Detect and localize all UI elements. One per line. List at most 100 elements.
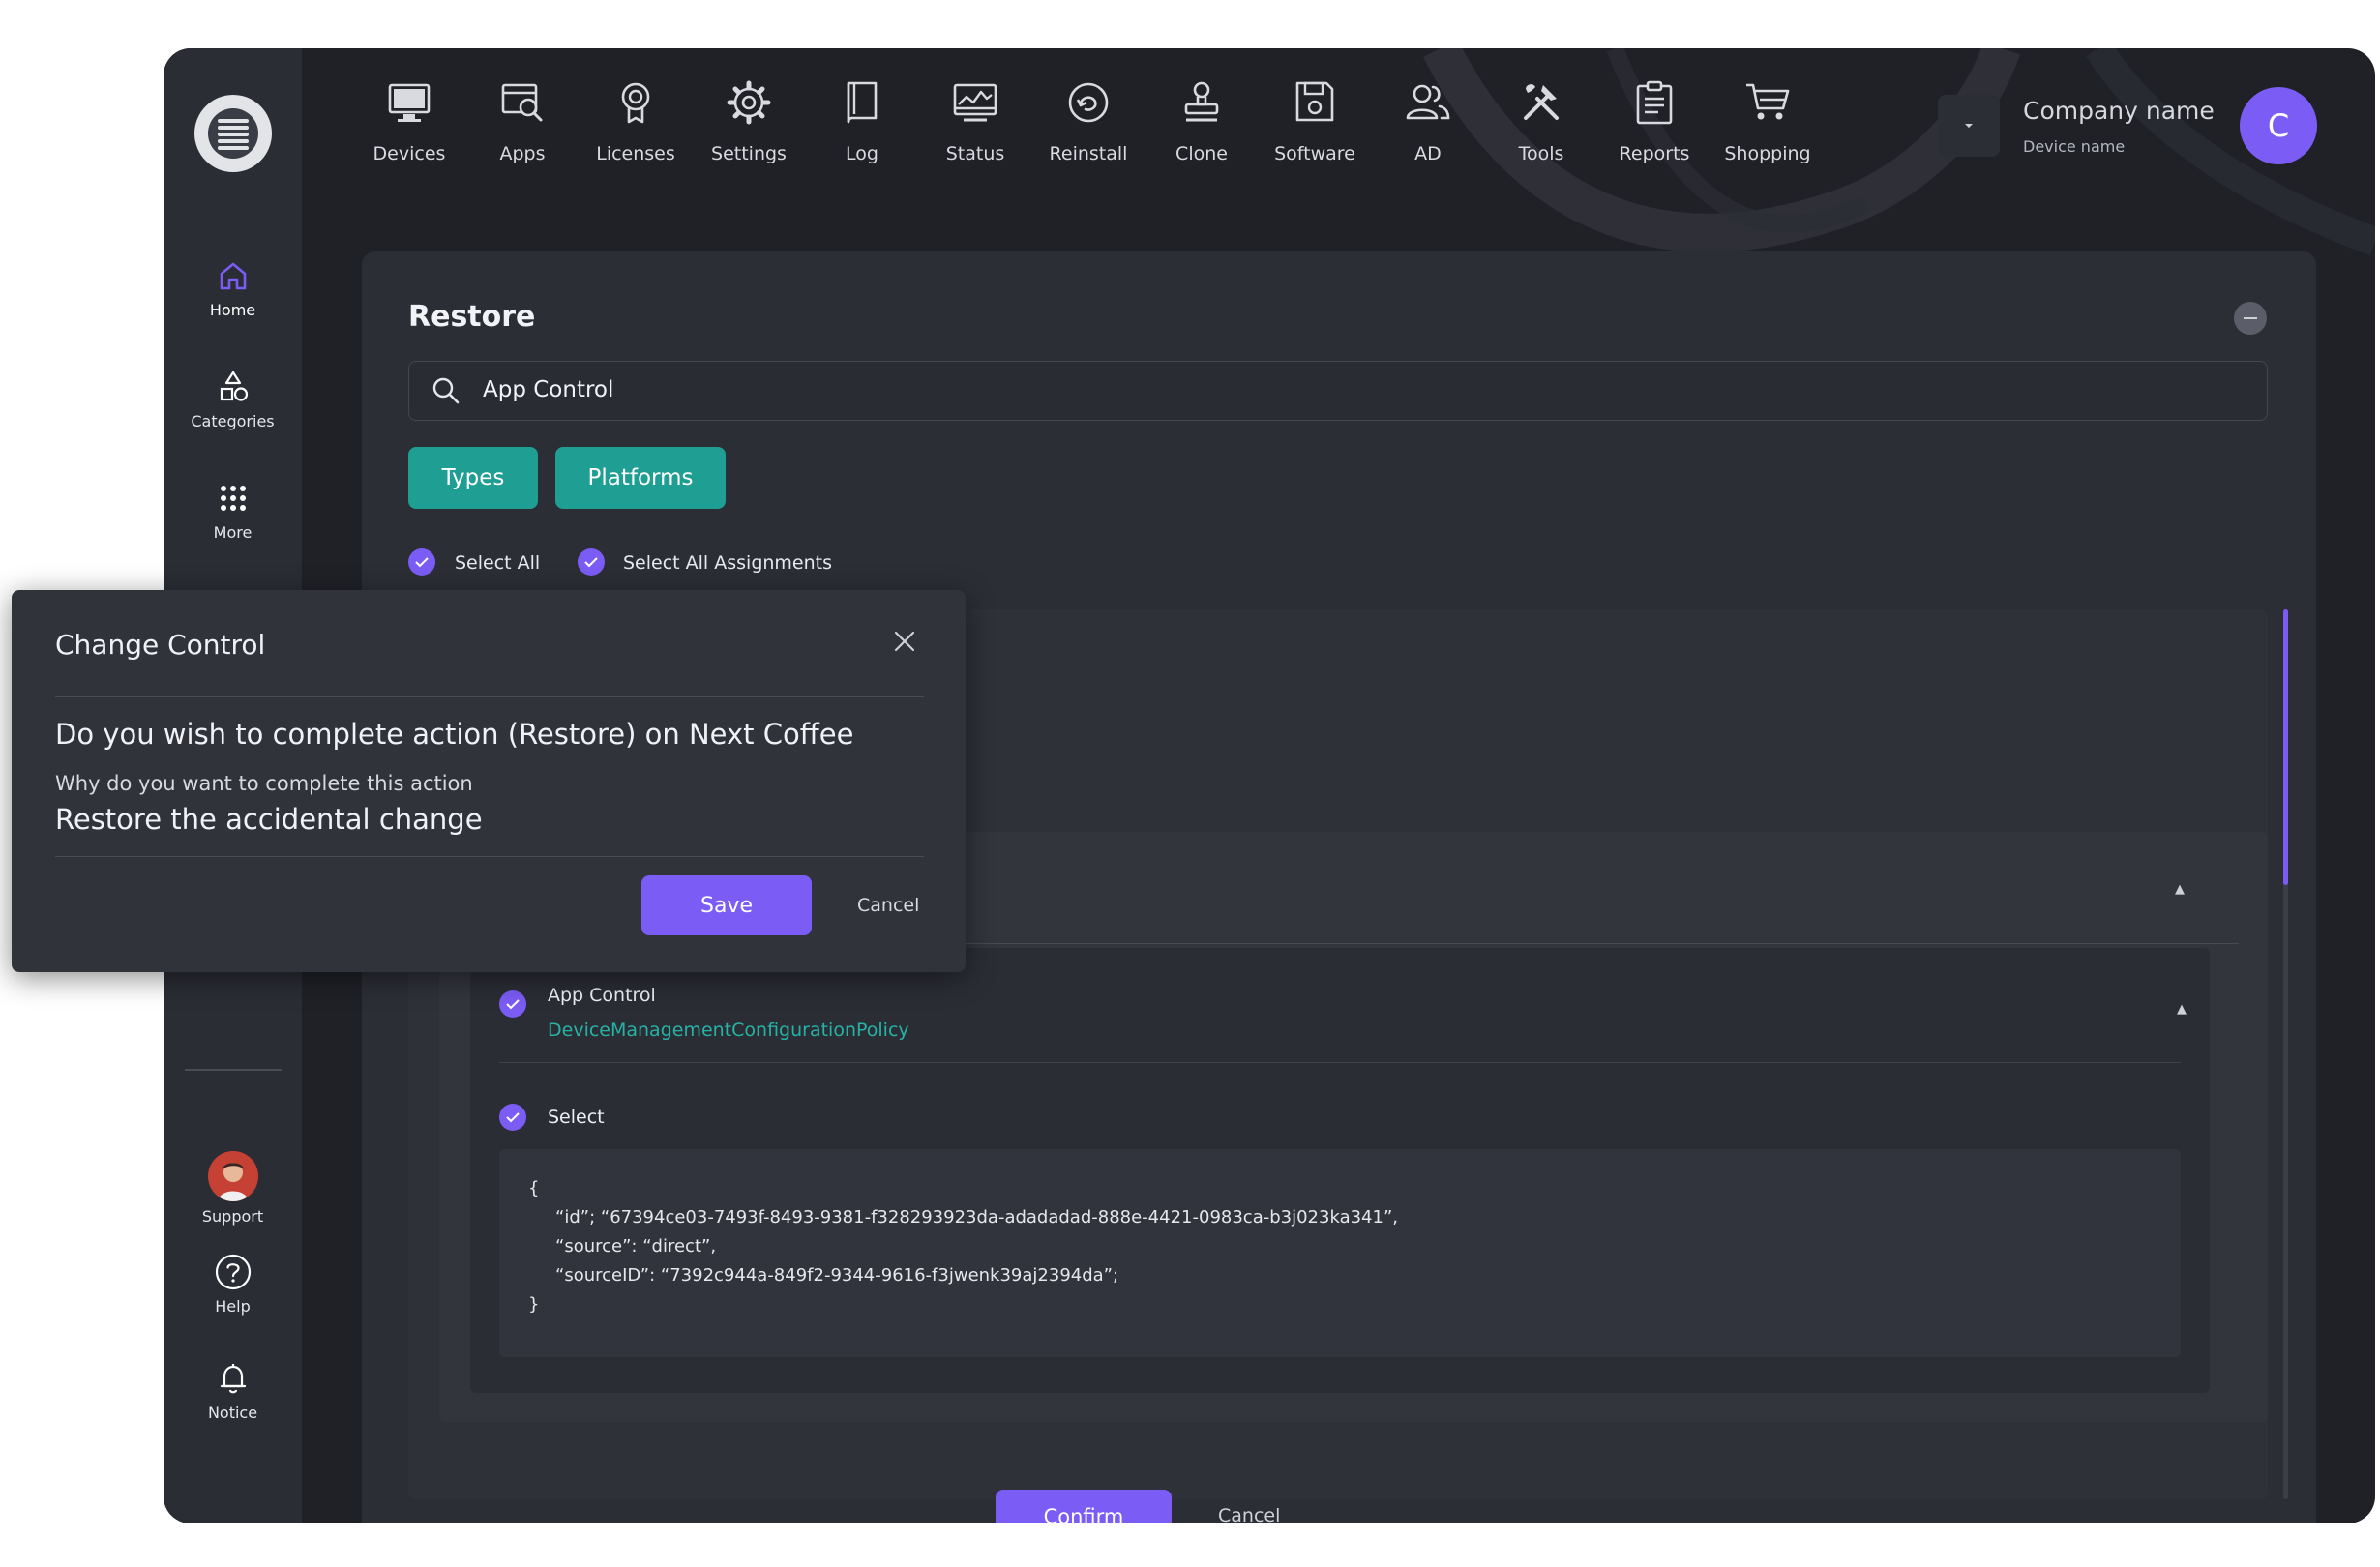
nav-item-label: Licenses: [596, 143, 675, 164]
nav-item-settings[interactable]: Settings: [692, 75, 806, 164]
sidebar-divider: [185, 1069, 282, 1071]
app-logo[interactable]: [194, 95, 272, 172]
sidebar-item-home[interactable]: Home: [164, 256, 302, 319]
select-all-assignments-label: Select All Assignments: [623, 552, 833, 574]
select-checkbox[interactable]: [499, 1104, 526, 1131]
nav-item-ad[interactable]: AD: [1371, 75, 1485, 164]
select-all-label: Select All: [455, 552, 541, 574]
status-icon: [953, 83, 997, 122]
home-icon: [220, 262, 246, 290]
code-open-brace: {: [528, 1178, 540, 1198]
bell-icon: [220, 1364, 246, 1394]
sidebar-item-label: Home: [209, 301, 256, 319]
monitor-icon: [388, 83, 431, 122]
support-avatar: [207, 1151, 258, 1201]
types-filter-button[interactable]: Types: [408, 447, 538, 509]
modal-divider: [55, 696, 924, 697]
check-icon: [506, 1112, 520, 1123]
sidebar-item-support[interactable]: Support: [164, 1151, 302, 1226]
save-button[interactable]: Save: [641, 875, 812, 935]
nav-item-licenses[interactable]: Licenses: [579, 75, 693, 164]
search-input[interactable]: App Control: [408, 361, 2268, 421]
select-all-checkbox[interactable]: [408, 548, 435, 576]
confirm-button[interactable]: Confirm: [996, 1490, 1172, 1523]
nav-item-apps[interactable]: Apps: [465, 75, 580, 164]
code-line-source-id: “sourceID”: “7392c944a-849f2-9344-9616-f…: [555, 1265, 1119, 1286]
collapse-chevron-icon[interactable]: ▲: [2175, 882, 2185, 897]
sidebar-item-label: More: [213, 523, 253, 542]
search-icon: [432, 377, 460, 404]
search-value: App Control: [483, 377, 614, 402]
sidebar-item-label: Notice: [207, 1404, 258, 1422]
sidebar-item-categories[interactable]: Categories: [164, 368, 302, 430]
list-scrollbar[interactable]: [2283, 609, 2288, 1499]
check-icon: [506, 999, 520, 1010]
sidebar-item-label: Categories: [191, 412, 275, 430]
policy-item: App Control DeviceManagementConfiguratio…: [470, 948, 2210, 1393]
nav-item-label: Status: [945, 143, 1005, 164]
save-icon: [1295, 81, 1334, 122]
panel-title: Restore: [408, 300, 536, 334]
nav-item-label: Apps: [499, 143, 546, 164]
nav-item-label: Clone: [1175, 143, 1228, 164]
modal-question: Do you wish to complete action (Restore)…: [55, 718, 854, 751]
json-code-block: { “id”; “67394ce03-7493f-8493-9381-f3282…: [499, 1149, 2181, 1357]
cancel-button[interactable]: Cancel: [1218, 1505, 1280, 1523]
nav-item-status[interactable]: Status: [918, 75, 1032, 164]
modal-cancel-button[interactable]: Cancel: [857, 895, 919, 916]
nav-item-label: Shopping: [1724, 143, 1811, 164]
select-label: Select: [548, 1107, 605, 1128]
policy-item-title: App Control: [548, 985, 656, 1006]
check-icon: [584, 557, 598, 568]
item-divider: [499, 1062, 2181, 1063]
code-close-brace: }: [528, 1294, 540, 1315]
license-icon: [621, 82, 650, 124]
policy-item-type-link[interactable]: DeviceManagementConfigurationPolicy: [548, 1020, 909, 1041]
code-line-source: “source”: “direct”,: [555, 1236, 717, 1257]
more-icon: [220, 486, 246, 511]
sidebar-item-help[interactable]: Help: [164, 1253, 302, 1316]
nav-item-label: Devices: [372, 143, 446, 164]
help-icon: [215, 1254, 251, 1290]
user-avatar[interactable]: C: [2240, 87, 2317, 164]
apps-icon: [501, 83, 543, 122]
reason-field[interactable]: Restore the accidental change: [55, 803, 483, 836]
gear-icon: [727, 80, 771, 125]
nav-item-clone[interactable]: Clone: [1145, 75, 1259, 164]
sidebar-item-label: Support: [201, 1207, 264, 1226]
nav-item-software[interactable]: Software: [1258, 75, 1372, 164]
sidebar-item-notice[interactable]: Notice: [164, 1359, 302, 1422]
company-name[interactable]: Company name: [2023, 97, 2215, 125]
close-icon[interactable]: [892, 629, 917, 654]
nav-item-label: Settings: [711, 143, 787, 164]
tools-icon: [1524, 84, 1559, 120]
app-control-checkbox[interactable]: [499, 990, 526, 1018]
nav-item-log[interactable]: Log: [805, 75, 919, 164]
item-collapse-chevron-icon[interactable]: ▲: [2177, 1002, 2187, 1017]
modal-divider: [55, 856, 924, 857]
platforms-filter-button[interactable]: Platforms: [555, 447, 726, 509]
nav-item-shopping[interactable]: Shopping: [1711, 75, 1825, 164]
nav-item-devices[interactable]: Devices: [352, 75, 466, 164]
nav-item-reinstall[interactable]: Reinstall: [1031, 75, 1145, 164]
stamp-icon: [1184, 81, 1219, 122]
scrollbar-thumb[interactable]: [2283, 609, 2288, 885]
collapse-button[interactable]: [2234, 302, 2267, 335]
check-icon: [415, 557, 429, 568]
chevron-down-icon: [1965, 124, 1973, 128]
select-all-assignments-checkbox[interactable]: [578, 548, 605, 576]
cart-icon: [1746, 83, 1790, 120]
nav-item-label: Log: [846, 143, 878, 164]
nav-item-tools[interactable]: Tools: [1484, 75, 1598, 164]
change-control-modal: Change Control Do you wish to complete a…: [12, 590, 966, 972]
company-dropdown-button[interactable]: [1938, 95, 2000, 157]
categories-icon: [220, 370, 248, 401]
nav-item-label: Reinstall: [1049, 143, 1128, 164]
nav-item-reports[interactable]: Reports: [1597, 75, 1711, 164]
nav-item-label: Tools: [1518, 143, 1564, 164]
reason-label: Why do you want to complete this action: [55, 772, 473, 795]
modal-title: Change Control: [55, 629, 266, 661]
sidebar-item-more[interactable]: More: [164, 479, 302, 542]
logo-mark-icon: [208, 108, 258, 159]
reinstall-icon: [1068, 82, 1109, 123]
